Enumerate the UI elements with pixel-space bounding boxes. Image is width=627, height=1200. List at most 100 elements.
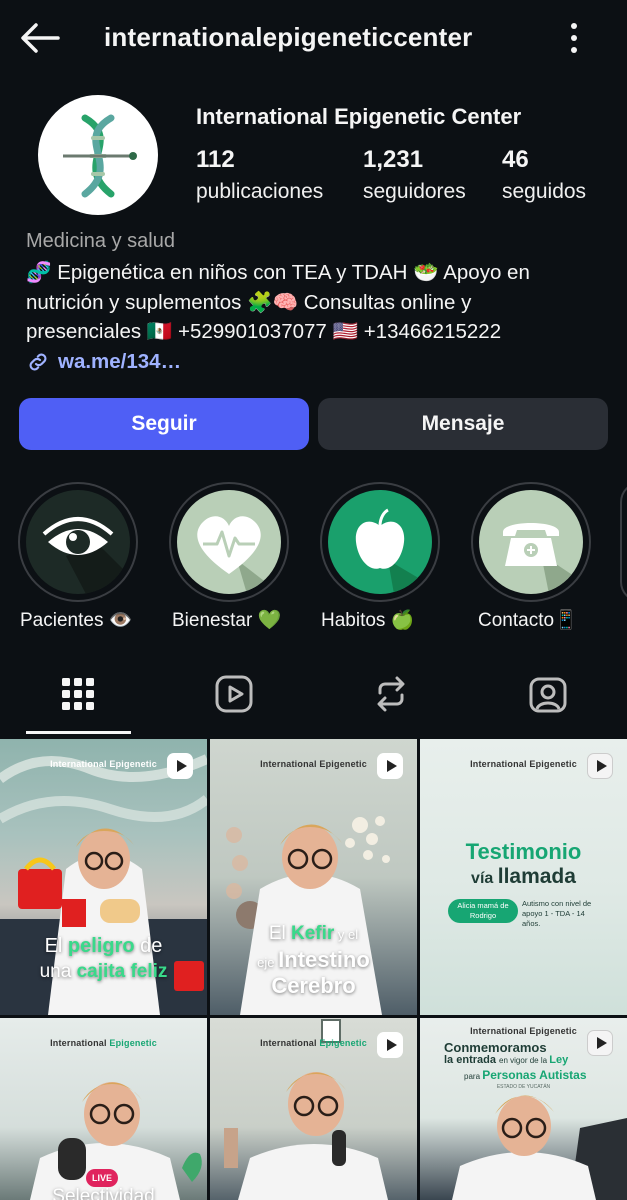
tagged-icon[interactable] [528, 674, 568, 714]
active-tab-indicator [26, 731, 131, 734]
bio-line: presenciales 🇲🇽 +529901037077 🇺🇸 +134662… [26, 320, 502, 343]
caption-highlight: Intestino [278, 947, 370, 972]
post-title: Conmemoramos [444, 1040, 547, 1055]
caption-highlight: peligro [67, 935, 135, 957]
caption-highlight: cajita feliz [76, 961, 168, 982]
repost-icon[interactable] [371, 674, 411, 714]
highlight-ring [169, 482, 289, 602]
post-caption: eje Intestino [210, 947, 417, 973]
message-button[interactable]: Mensaje [318, 398, 608, 450]
profile-tabs [0, 660, 627, 736]
bio-line: 🧬 Epigenética en niños con TEA y TDAH 🥗 … [26, 261, 530, 284]
caption-text: una [39, 961, 77, 982]
post-tile[interactable]: International Epigenetic El Kefir y el e… [210, 739, 417, 1015]
stat-followers[interactable]: 1,231 seguidores [363, 146, 466, 204]
caption-text: y el [334, 927, 359, 942]
brand-highlight: Epigenetic [319, 1038, 367, 1048]
title-text: para [464, 1072, 483, 1081]
link-text: wa.me/134… [58, 350, 182, 373]
post-title: Testimonio [465, 839, 582, 864]
telephone-icon [479, 490, 583, 594]
title-text: la entrada [444, 1054, 500, 1066]
highlight-bienestar[interactable]: Bienestar 💚 [169, 482, 291, 631]
post-tile[interactable]: International Epigenetic Conmemoramos la… [420, 1018, 627, 1200]
highlight-contacto[interactable]: Contacto📱 [471, 482, 593, 631]
brand-text: International [470, 1026, 530, 1036]
caption-text: eje [257, 955, 279, 970]
title-text: vía [471, 870, 498, 887]
highlight-label: Habitos 🍏 [321, 610, 415, 631]
eye-icon [26, 490, 130, 594]
title-highlight: Personas Autistas [482, 1068, 587, 1082]
highlight-habitos[interactable]: Habitos 🍏 [320, 482, 442, 631]
stat-following[interactable]: 46 seguidos [502, 146, 586, 204]
stat-value: 112 [196, 146, 235, 173]
brand-text: International [470, 759, 530, 769]
highlight-pacientes[interactable]: Pacientes 👁️ [18, 482, 140, 631]
brand-highlight: Epigenetic [529, 759, 577, 769]
brand-highlight: Epigenetic [319, 759, 367, 769]
reel-badge-icon [377, 1032, 403, 1058]
post-brand: International Epigenetic [0, 1038, 207, 1048]
post-pill: Alicia mamá de Rodrigo [448, 899, 518, 923]
post-caption: El peligro de [0, 935, 207, 958]
back-arrow-icon[interactable] [18, 20, 62, 56]
post-caption: El Kefir y el [210, 923, 417, 945]
brand-text: International [260, 1038, 320, 1048]
stat-value: 46 [502, 146, 529, 173]
more-options-icon[interactable] [560, 20, 588, 56]
reels-icon[interactable] [214, 674, 254, 714]
highlight-ring [471, 482, 591, 602]
post-subtitle: ESTADO DE YUCATÁN [496, 1084, 551, 1090]
dna-logo-icon [63, 114, 137, 198]
stat-label: seguidos [502, 180, 587, 203]
link-icon [29, 353, 47, 371]
caption-text: El [268, 923, 292, 944]
post-tile[interactable]: International Epigenetic Testimonio vía … [420, 739, 627, 1015]
post-tile[interactable]: International Epigenetic LIVE Selectivid… [0, 1018, 207, 1200]
brand-text: International [260, 759, 320, 769]
profile-username: internationalepigeneticcenter [104, 22, 473, 52]
post-tile[interactable]: International Epigenetic El peligro de u… [0, 739, 207, 1015]
follow-button[interactable]: Seguir [19, 398, 309, 450]
stat-posts[interactable]: 112 publicaciones [196, 146, 323, 204]
highlight-label: Pacientes 👁️ [20, 610, 133, 631]
stat-value: 1,231 [363, 146, 424, 173]
stat-label: publicaciones [196, 180, 324, 203]
top-bar: internationalepigeneticcenter [0, 0, 627, 76]
caption-text: de [134, 935, 163, 957]
bio-line: nutrición y suplementos 🧩🧠 Consultas onl… [26, 290, 472, 314]
reel-badge-icon [587, 753, 613, 779]
posts-grid: International Epigenetic El peligro de u… [0, 739, 627, 1200]
profile-link[interactable]: wa.me/134… [26, 350, 181, 374]
reel-badge-icon [377, 753, 403, 779]
live-badge: LIVE [86, 1169, 119, 1187]
post-note: Autismo con nivel de apoyo 1 - TDA - 14 … [522, 899, 592, 928]
title-highlight: llamada [497, 865, 576, 888]
brand-highlight: Epigenetic [109, 759, 157, 769]
highlight-ring [18, 482, 138, 602]
reel-badge-icon [587, 1030, 613, 1056]
stat-label: seguidores [363, 180, 466, 203]
profile-avatar[interactable] [38, 95, 158, 215]
highlight-ring [320, 482, 440, 602]
post-title: para Personas Autistas [464, 1068, 624, 1082]
brand-highlight: Epigenetic [109, 1038, 157, 1048]
highlight-label: Bienestar 💚 [172, 610, 282, 631]
heart-pulse-icon [177, 490, 281, 594]
brand-text: International [50, 1038, 110, 1048]
post-caption: Cerebro [271, 973, 356, 998]
title-highlight: Ley [549, 1054, 569, 1066]
title-text: en vigor de la [499, 1056, 550, 1065]
reel-badge-icon [167, 753, 193, 779]
profile-bio: 🧬 Epigenética en niños con TEA y TDAH 🥗 … [26, 258, 616, 347]
caption-text: El [44, 935, 68, 957]
grid-icon[interactable] [58, 674, 98, 714]
post-tile[interactable]: International Epigenetic [210, 1018, 417, 1200]
highlight-label: Contacto📱 [478, 610, 578, 631]
post-title: vía llamada [420, 865, 627, 889]
brand-highlight: Epigenetic [529, 1026, 577, 1036]
brand-text: International [50, 759, 110, 769]
apple-icon [328, 490, 432, 594]
highlight-next-partial[interactable] [620, 482, 627, 602]
